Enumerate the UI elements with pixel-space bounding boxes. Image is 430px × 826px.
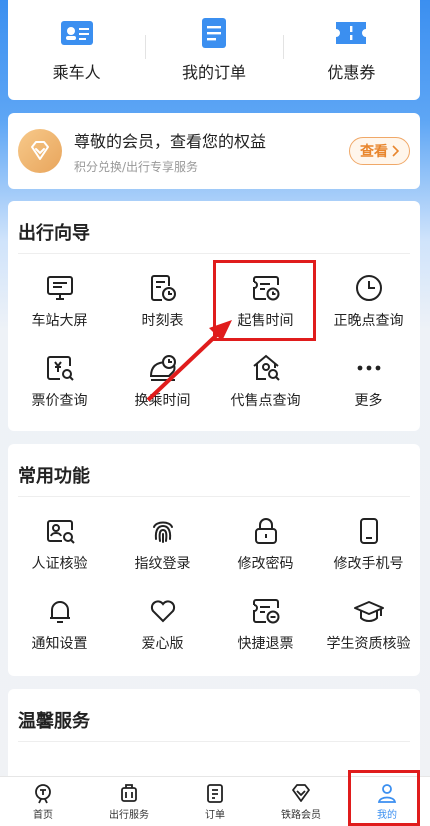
grid-item-station-screen[interactable]: 车站大屏: [8, 261, 111, 341]
graduation-cap-icon: [353, 601, 384, 622]
member-text: 尊敬的会员，查看您的权益 积分兑换/出行专享服务: [74, 128, 349, 175]
grid-label: 换乘时间: [134, 393, 191, 409]
grid-label: 时刻表: [141, 313, 184, 329]
member-title: 尊敬的会员，查看您的权益: [74, 131, 267, 151]
phone-icon: [359, 518, 378, 544]
nav-label: 铁路会员: [281, 810, 321, 821]
section-title: 常用功能: [18, 466, 90, 487]
divider: [18, 496, 410, 497]
lock-icon: [254, 518, 277, 544]
grid-item-fingerprint-login[interactable]: 指纹登录: [111, 504, 214, 584]
bottom-nav: 首页 出行服务 订单 铁路会员 我的: [0, 776, 430, 826]
warm-services-section: 温馨服务: [8, 689, 420, 789]
order-list-icon: [207, 784, 223, 803]
grid-item-notification-settings[interactable]: 通知设置: [8, 584, 111, 664]
grid-label: 人证核验: [31, 556, 88, 572]
nav-mine[interactable]: 我的: [344, 777, 430, 826]
user-icon: [377, 784, 397, 803]
grid-label: 车站大屏: [31, 313, 88, 329]
nav-railway-member[interactable]: 铁路会员: [258, 777, 344, 826]
grid-item-agency-query[interactable]: 代售点查询: [214, 341, 317, 421]
grid-item-delay-query[interactable]: 正晚点查询: [317, 261, 420, 341]
nav-label: 我的: [377, 810, 397, 821]
grid-item-timetable[interactable]: 时刻表: [111, 261, 214, 341]
id-verify-icon: [46, 520, 75, 544]
travel-guide-grid: 车站大屏 时刻表 起售时间 正晚点查询 票价查询 换乘时间 代售点查询 更多: [8, 261, 420, 421]
more-icon: [357, 365, 380, 371]
view-benefits-label: 查看: [360, 144, 388, 160]
travel-guide-section: 出行向导 车站大屏 时刻表 起售时间 正晚点查询 票价查询 换乘时间 代售点查询…: [8, 201, 420, 431]
diamond-icon: [18, 129, 62, 173]
grid-label: 学生资质核验: [326, 636, 411, 652]
agency-icon: [252, 354, 280, 381]
refund-icon: [252, 599, 279, 624]
passenger-shortcut[interactable]: 乘车人: [8, 17, 145, 83]
timetable-icon: [150, 275, 176, 301]
grid-label: 正晚点查询: [333, 313, 404, 329]
luggage-icon: [121, 784, 137, 802]
grid-label: 票价查询: [31, 393, 88, 409]
grid-item-fare-query[interactable]: 票价查询: [8, 341, 111, 421]
grid-label: 更多: [354, 393, 383, 409]
coupon-shortcut[interactable]: 优惠券: [282, 17, 420, 83]
grid-label: 爱心版: [141, 636, 184, 652]
bell-icon: [49, 601, 70, 623]
nav-home[interactable]: 首页: [0, 777, 86, 826]
grid-label: 修改手机号: [333, 556, 404, 572]
clock-icon: [355, 275, 382, 301]
grid-label: 代售点查询: [230, 393, 301, 409]
grid-label: 起售时间: [237, 313, 294, 329]
grid-item-id-verify[interactable]: 人证核验: [8, 504, 111, 584]
coupon-icon: [336, 22, 367, 44]
nav-label: 出行服务: [109, 810, 149, 821]
section-title: 温馨服务: [18, 711, 90, 732]
divider: [18, 253, 410, 254]
nav-travel-services[interactable]: 出行服务: [86, 777, 172, 826]
my-orders-label: 我的订单: [181, 63, 246, 82]
grid-item-change-phone[interactable]: 修改手机号: [317, 504, 420, 584]
section-title: 出行向导: [18, 223, 90, 244]
chevron-right-icon: [392, 145, 399, 157]
grid-item-sale-time[interactable]: 起售时间: [214, 261, 317, 341]
sale-time-icon: [252, 276, 279, 301]
grid-item-student-verify[interactable]: 学生资质核验: [317, 584, 420, 664]
view-benefits-button[interactable]: 查看: [349, 137, 410, 165]
grid-label: 通知设置: [31, 636, 88, 652]
grid-label: 快捷退票: [237, 636, 294, 652]
grid-item-transfer-time[interactable]: 换乘时间: [111, 341, 214, 421]
nav-label: 首页: [33, 810, 53, 821]
coupon-label: 优惠券: [327, 63, 376, 82]
member-icon: [292, 784, 310, 802]
grid-label: 指纹登录: [134, 556, 191, 572]
id-card-icon: [60, 21, 93, 45]
divider: [18, 741, 410, 742]
transfer-icon: [149, 355, 176, 381]
common-functions-grid: 人证核验 指纹登录 修改密码 修改手机号 通知设置 爱心版 快捷退票 学生资质核…: [8, 504, 420, 664]
grid-label: 修改密码: [237, 556, 294, 572]
monitor-icon: [46, 276, 73, 300]
member-subtitle: 积分兑换/出行专享服务: [74, 159, 199, 174]
price-search-icon: [46, 356, 74, 381]
grid-item-more[interactable]: 更多: [317, 341, 420, 421]
top-shortcuts-card: 乘车人 我的订单 优惠券: [8, 0, 420, 100]
grid-item-quick-refund[interactable]: 快捷退票: [214, 584, 317, 664]
home-icon: [35, 784, 51, 804]
grid-item-change-password[interactable]: 修改密码: [214, 504, 317, 584]
nav-orders[interactable]: 订单: [172, 777, 258, 826]
heart-icon: [150, 600, 175, 623]
order-icon: [201, 18, 226, 48]
fingerprint-icon: [152, 521, 173, 543]
nav-label: 订单: [205, 810, 225, 821]
grid-item-care-version[interactable]: 爱心版: [111, 584, 214, 664]
my-orders-shortcut[interactable]: 我的订单: [145, 17, 282, 83]
member-benefit-card[interactable]: 尊敬的会员，查看您的权益 积分兑换/出行专享服务 查看: [8, 113, 420, 189]
passenger-label: 乘车人: [52, 63, 101, 82]
common-functions-section: 常用功能 人证核验 指纹登录 修改密码 修改手机号 通知设置 爱心版 快捷退票 …: [8, 444, 420, 676]
